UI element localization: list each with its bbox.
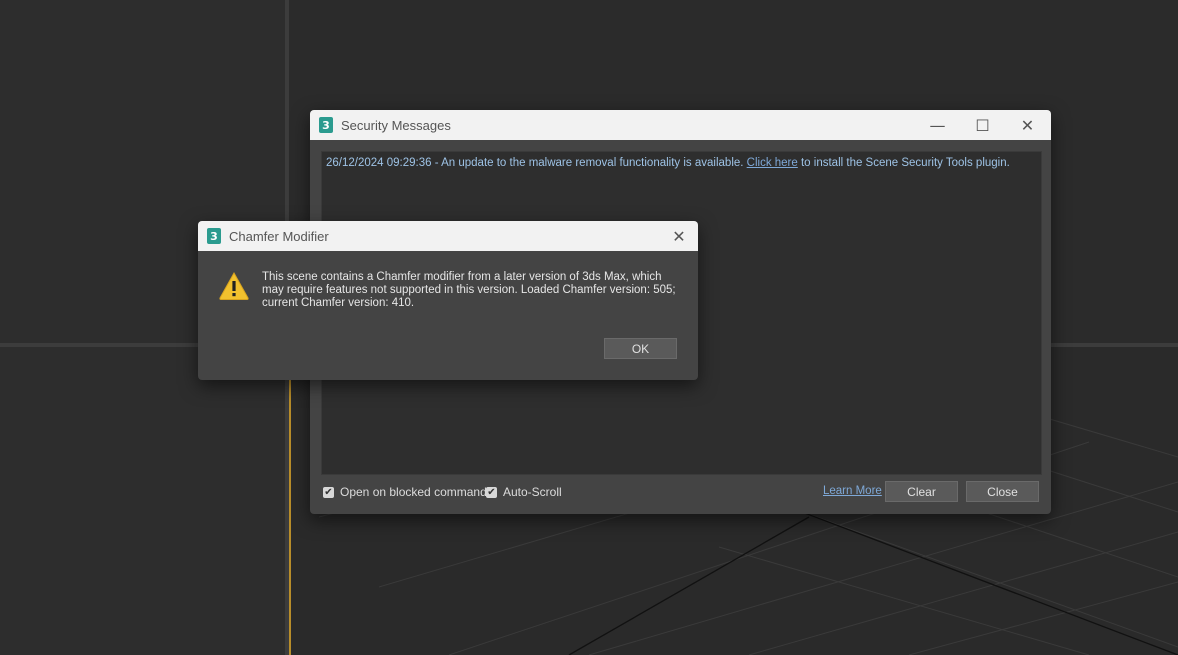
window-title: Security Messages [341, 117, 451, 133]
auto-scroll-label: Auto-Scroll [503, 485, 562, 499]
log-entry: 26/12/2024 09:29:36 - An update to the m… [326, 157, 1010, 169]
3ds-max-icon: 3 [207, 228, 221, 244]
chamfer-titlebar[interactable]: 3 Chamfer Modifier ✕ [198, 221, 698, 251]
log-entry-suffix: to install the Scene Security Tools plug… [797, 157, 1010, 169]
clear-button[interactable]: Clear [885, 481, 958, 502]
auto-scroll-option[interactable]: ✔ Auto-Scroll [486, 485, 562, 499]
security-footer: ✔ Open on blocked commands ✔ Auto-Scroll… [310, 480, 1051, 504]
maximize-button[interactable]: ☐ [960, 110, 1005, 140]
dialog-message: This scene contains a Chamfer modifier f… [262, 271, 676, 309]
auto-scroll-checkbox[interactable]: ✔ [486, 486, 497, 498]
chamfer-modifier-dialog: 3 Chamfer Modifier ✕ This scene contains… [198, 221, 698, 380]
ok-button[interactable]: OK [604, 338, 677, 359]
viewport-bottom-left[interactable] [0, 347, 285, 655]
dialog-title: Chamfer Modifier [229, 228, 329, 244]
click-here-link[interactable]: Click here [747, 157, 798, 169]
close-window-button[interactable]: ✕ [1005, 110, 1050, 140]
close-button[interactable]: Close [966, 481, 1039, 502]
open-on-blocked-label: Open on blocked commands [340, 485, 493, 499]
security-titlebar[interactable]: 3 Security Messages — ☐ ✕ [310, 110, 1051, 140]
close-dialog-button[interactable]: ✕ [660, 221, 698, 251]
close-icon: ✕ [1020, 115, 1035, 135]
warning-icon [219, 271, 249, 300]
close-icon: ✕ [672, 226, 686, 246]
3ds-max-icon: 3 [319, 117, 333, 133]
open-on-blocked-checkbox[interactable]: ✔ [323, 486, 334, 498]
open-on-blocked-option[interactable]: ✔ Open on blocked commands [323, 485, 493, 499]
maximize-icon: ☐ [975, 115, 990, 135]
minimize-icon: — [929, 115, 946, 135]
learn-more-link[interactable]: Learn More [823, 485, 882, 497]
log-entry-text: 26/12/2024 09:29:36 - An update to the m… [326, 157, 747, 169]
minimize-button[interactable]: — [915, 110, 960, 140]
